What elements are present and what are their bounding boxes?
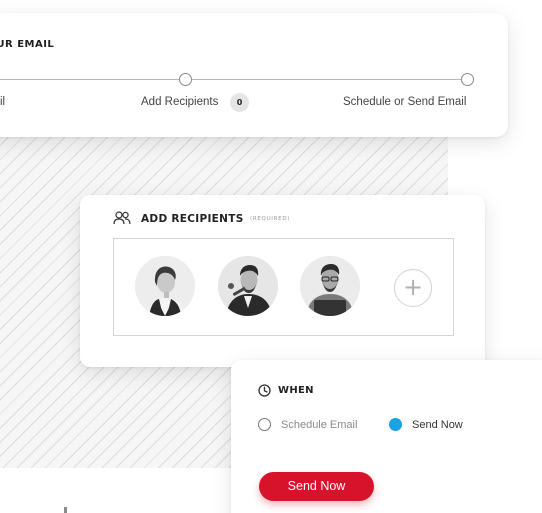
steps-progress-line <box>192 79 461 80</box>
send-now-label[interactable]: Send Now <box>412 419 463 431</box>
recipients-count-badge: 0 <box>230 93 249 112</box>
avatar[interactable] <box>300 256 360 316</box>
email-composer-screen: YOUR EMAIL il Add Recipients 0 Schedule … <box>0 0 542 513</box>
add-recipient-button[interactable]: + <box>394 269 432 307</box>
clock-icon <box>258 384 271 397</box>
step-label-add-recipients[interactable]: Add Recipients <box>141 96 218 108</box>
send-now-button[interactable]: Send Now <box>259 472 374 501</box>
when-title: WHEN <box>278 385 314 396</box>
schedule-email-radio[interactable] <box>258 418 271 431</box>
required-note: (REQUIRED) <box>250 216 291 222</box>
schedule-email-label[interactable]: Schedule Email <box>281 419 357 431</box>
step-node-add-recipients[interactable] <box>179 73 192 86</box>
when-card: WHEN Schedule Email Send Now Send Now <box>231 360 542 513</box>
send-now-radio[interactable] <box>389 418 402 431</box>
recipients-list: + <box>113 238 454 336</box>
step-label-schedule-send[interactable]: Schedule or Send Email <box>343 96 466 108</box>
recipients-title: ADD RECIPIENTS <box>141 213 244 225</box>
avatar[interactable] <box>218 256 278 316</box>
steps-title: YOUR EMAIL <box>0 39 55 50</box>
step-label-compose[interactable]: il <box>0 96 5 108</box>
step-node-schedule-send[interactable] <box>461 73 474 86</box>
add-recipients-card: ADD RECIPIENTS (REQUIRED) + <box>80 195 485 367</box>
users-icon <box>113 211 131 225</box>
plus-icon: + <box>402 273 424 301</box>
steps-progress-line <box>0 79 179 80</box>
text-cursor <box>64 507 67 513</box>
avatar[interactable] <box>135 256 195 316</box>
email-steps-card: YOUR EMAIL il Add Recipients 0 Schedule … <box>0 13 508 137</box>
